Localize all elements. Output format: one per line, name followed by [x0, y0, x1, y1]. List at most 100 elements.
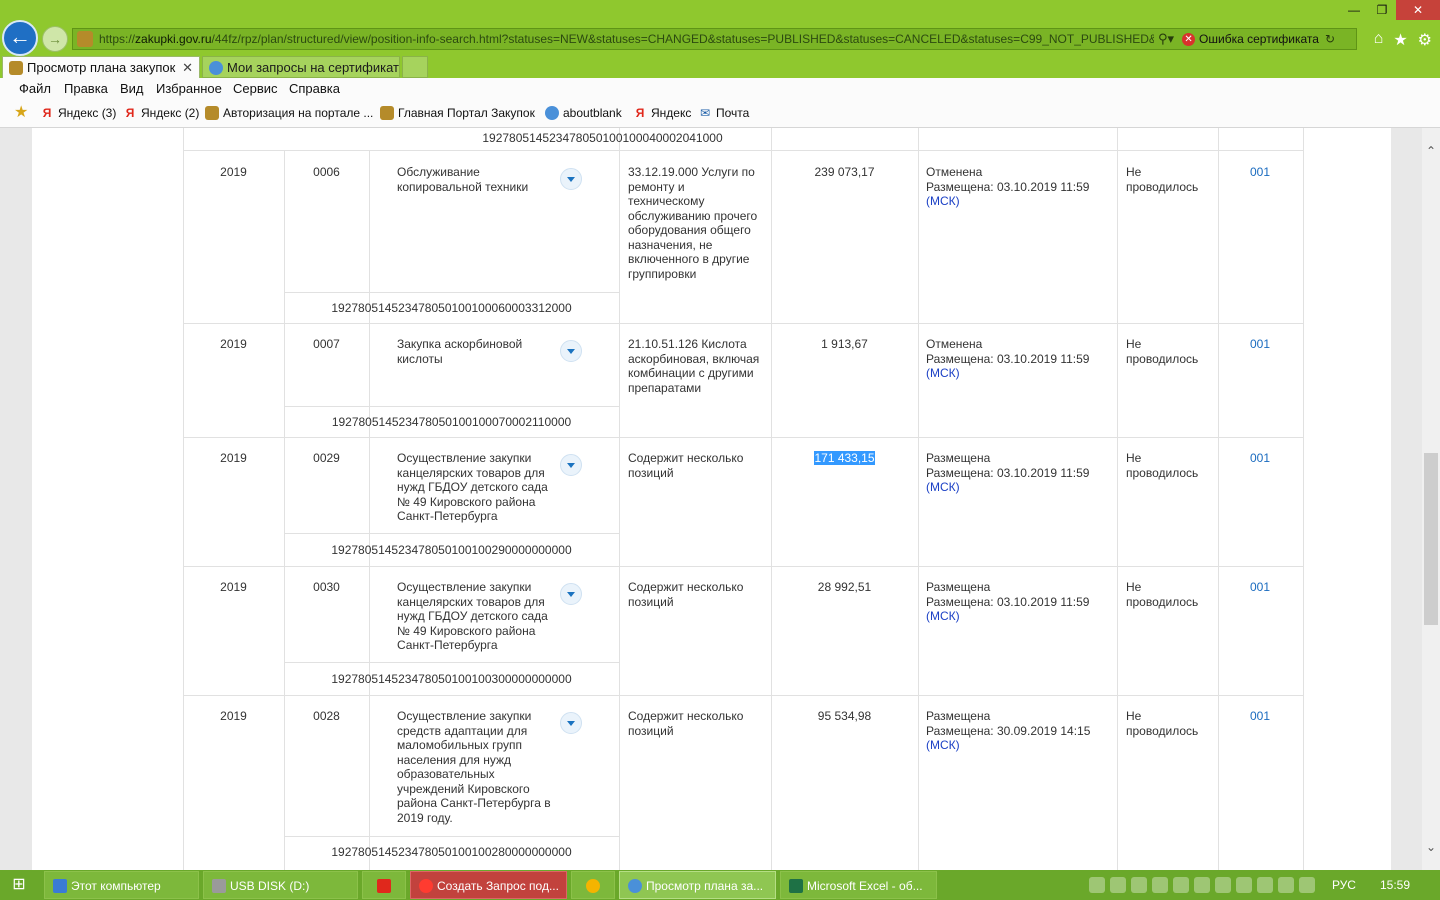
start-button[interactable]: ⊞: [0, 870, 38, 900]
chrome-icon: [586, 879, 600, 893]
position-name: Осуществление закупки средств адаптации …: [397, 709, 551, 825]
menu-tools[interactable]: Сервис: [233, 81, 278, 96]
fav-yandex-2[interactable]: Я Яндекс (2): [123, 106, 200, 120]
expand-dropdown-icon[interactable]: [560, 168, 582, 190]
yandex-icon: Я: [42, 106, 52, 120]
okpd-description: 33.12.19.000 Услуги по ремонту и техниче…: [628, 165, 758, 281]
url-text[interactable]: https://zakupki.gov.ru/44fz/rpz/plan/str…: [99, 32, 1154, 46]
refresh-icon[interactable]: ↻: [1325, 32, 1335, 46]
fav-mail[interactable]: ✉ Почта: [698, 106, 749, 120]
home-icon[interactable]: ⌂: [1374, 30, 1384, 50]
expand-dropdown-icon[interactable]: [560, 340, 582, 362]
tray-icon[interactable]: [1089, 877, 1106, 893]
scroll-thumb[interactable]: [1424, 453, 1438, 625]
taskbar-create-request[interactable]: Создать Запрос под...: [410, 871, 567, 899]
version-link[interactable]: 001: [1218, 337, 1302, 352]
favorites-bar: ★ Я Яндекс (3) Я Яндекс (2) Авторизация на…: [0, 100, 1440, 128]
taskbar-this-computer[interactable]: Этот компьютер: [44, 871, 199, 899]
status: Размещена Размещена: 03.10.2019 11:59 (М…: [926, 580, 1090, 623]
version-link[interactable]: 001: [1218, 165, 1302, 180]
amount: 28 992,51: [817, 580, 872, 594]
search-icon[interactable]: ⚲▾: [1158, 31, 1174, 47]
procedure-status: Не проводилось: [1126, 709, 1199, 738]
yandex-icon: Я: [635, 106, 645, 120]
position-number: 0006: [313, 165, 340, 179]
taskbar-procurement-plan[interactable]: Просмотр плана за...: [619, 871, 776, 899]
tray-icon[interactable]: [1131, 877, 1148, 893]
gear-icon[interactable]: ⚙: [1418, 30, 1432, 50]
toolbar-icons: ⌂ ★ ⚙: [1374, 30, 1432, 50]
tray-icon[interactable]: [1152, 877, 1169, 893]
fav-main-portal[interactable]: Главная Портал Закупок: [380, 106, 535, 120]
menu-edit[interactable]: Правка: [64, 81, 108, 96]
ie-icon: [628, 879, 642, 893]
page-content: 192780514523478050100100040002041000 201…: [32, 128, 1391, 870]
status: Отменена Размещена: 03.10.2019 11:59 (МС…: [926, 337, 1090, 380]
taskbar-usb-disk[interactable]: USB DISK (D:): [203, 871, 358, 899]
close-tab-icon[interactable]: ✕: [182, 57, 193, 79]
registry-number: 192780514523478050100100290000000000: [331, 543, 572, 557]
vertical-scrollbar[interactable]: ⌃ ⌄: [1422, 128, 1440, 870]
scroll-down-icon[interactable]: ⌄: [1422, 838, 1440, 856]
maximize-button[interactable]: ❐: [1368, 0, 1396, 20]
position-name: Закупка аскорбиновой кислоты: [397, 337, 523, 366]
fav-auth-portal[interactable]: Авторизация на портале ...: [205, 106, 373, 120]
position-name: Обслуживание копировальной техники: [397, 165, 529, 194]
tray-icon[interactable]: [1194, 877, 1211, 893]
fav-yandex-3[interactable]: Я Яндекс (3): [40, 106, 117, 120]
flag-icon[interactable]: [1257, 877, 1274, 893]
okpd-description: Содержит несколько позиций: [628, 580, 744, 609]
window-controls: — ❐ ✕: [1340, 0, 1440, 20]
expand-dropdown-icon[interactable]: [560, 583, 582, 605]
position-number: 0029: [313, 451, 340, 465]
selected-amount[interactable]: 171 433,15: [814, 451, 875, 465]
network-icon[interactable]: [1278, 877, 1295, 893]
version-link[interactable]: 001: [1218, 451, 1302, 466]
okpd-description: 21.10.51.126 Кислота аскорбиновая, включ…: [628, 337, 760, 395]
certificate-error[interactable]: ✕ Ошибка сертификата: [1182, 32, 1319, 46]
volume-icon[interactable]: [1299, 877, 1316, 893]
taskbar-chrome[interactable]: [571, 871, 615, 899]
tray-icon[interactable]: [1110, 877, 1127, 893]
amount[interactable]: 171 433,15: [771, 451, 918, 466]
menu-view[interactable]: Вид: [120, 81, 144, 96]
taskbar-excel[interactable]: Microsoft Excel - об...: [780, 871, 937, 899]
computer-icon: [53, 879, 67, 893]
language-indicator[interactable]: РУС: [1332, 878, 1356, 892]
menu-file[interactable]: Файл: [19, 81, 51, 96]
star-icon[interactable]: ★: [1393, 30, 1407, 50]
menu-bar: Файл Правка Вид Избранное Сервис Справка: [0, 78, 1440, 100]
tray-icon[interactable]: [1173, 877, 1190, 893]
status: Размещена Размещена: 03.10.2019 11:59 (М…: [926, 451, 1090, 494]
taskbar-yandex[interactable]: [362, 871, 406, 899]
registry-number: 192780514523478050100100060003312000: [331, 301, 572, 315]
position-name: Осуществление закупки канцелярских товар…: [397, 451, 548, 523]
clock[interactable]: 15:59: [1380, 878, 1410, 892]
menu-help[interactable]: Справка: [289, 81, 340, 96]
scroll-up-icon[interactable]: ⌃: [1422, 142, 1440, 160]
tab-certificate-requests[interactable]: Мои запросы на сертификат: [202, 56, 400, 78]
expand-dropdown-icon[interactable]: [560, 712, 582, 734]
expand-dropdown-icon[interactable]: [560, 454, 582, 476]
tray-icon[interactable]: [1236, 877, 1253, 893]
year: 2019: [220, 709, 247, 723]
close-button[interactable]: ✕: [1396, 0, 1440, 20]
minimize-button[interactable]: —: [1340, 0, 1368, 20]
fav-aboutblank[interactable]: aboutblank: [545, 106, 622, 120]
tray-icon[interactable]: [1215, 877, 1232, 893]
registry-number: 192780514523478050100100040002041000: [482, 131, 723, 145]
status: Отменена Размещена: 03.10.2019 11:59 (МС…: [926, 165, 1090, 208]
version-link[interactable]: 001: [1218, 709, 1302, 724]
address-row: ← → https://zakupki.gov.ru/44fz/rpz/plan…: [0, 0, 1440, 56]
menu-favorites[interactable]: Избранное: [156, 81, 222, 96]
version-link[interactable]: 001: [1218, 580, 1302, 595]
address-bar[interactable]: https://zakupki.gov.ru/44fz/rpz/plan/str…: [72, 28, 1357, 50]
favorites-star-icon[interactable]: ★: [14, 105, 32, 121]
tab-procurement-plan[interactable]: Просмотр плана закупок ✕: [2, 56, 200, 78]
back-button[interactable]: ←: [2, 20, 38, 56]
procedure-status: Не проводилось: [1126, 165, 1199, 194]
forward-button[interactable]: →: [42, 26, 68, 52]
site-favicon-icon: [77, 31, 93, 47]
new-tab-button[interactable]: [402, 56, 428, 78]
fav-yandex[interactable]: Я Яндекс: [633, 106, 692, 120]
